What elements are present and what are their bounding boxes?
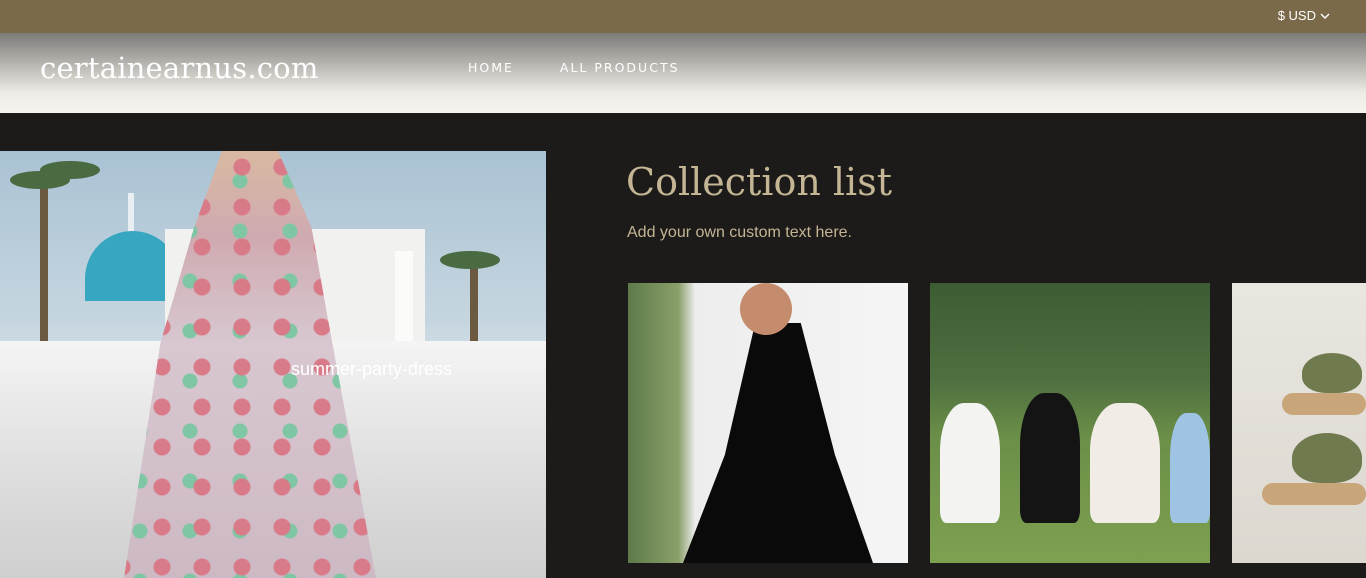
model-figure: [940, 403, 1000, 523]
model-figure: [1170, 413, 1210, 523]
black-dress: [683, 323, 873, 563]
palm-frond: [440, 251, 500, 269]
nav-item-all-products[interactable]: ALL PRODUCTS: [560, 60, 680, 75]
announcement-bar: $ USD: [0, 0, 1366, 33]
sandal-bow: [1302, 353, 1362, 393]
collection-card[interactable]: [930, 283, 1210, 563]
site-logo[interactable]: certainearnus.com: [40, 51, 319, 85]
palm-tree: [470, 261, 478, 351]
palm-frond: [40, 161, 100, 179]
hero-collection-label[interactable]: summer-party-dress: [291, 359, 452, 380]
currency-label: $ USD: [1277, 8, 1316, 23]
site-header: certainearnus.com HOME ALL PRODUCTS: [0, 33, 1366, 113]
section-subtitle: Add your own custom text here.: [627, 224, 852, 241]
main-nav: HOME ALL PRODUCTS: [468, 60, 680, 75]
dome-spire: [128, 193, 134, 233]
collection-card[interactable]: [628, 283, 908, 563]
nav-item-home[interactable]: HOME: [468, 60, 514, 75]
sandal-sole: [1282, 393, 1366, 415]
collection-card[interactable]: [1232, 283, 1366, 563]
sandal-sole: [1262, 483, 1366, 505]
model-head: [740, 283, 792, 335]
section-title: Collection list: [626, 160, 892, 204]
chevron-down-icon: [1320, 13, 1330, 19]
hero-collection-image[interactable]: summer-party-dress: [0, 151, 546, 578]
model-figure: [1020, 393, 1080, 523]
model-figure: [1090, 403, 1160, 523]
sandal-bow: [1292, 433, 1362, 483]
currency-selector[interactable]: $ USD: [1278, 8, 1330, 23]
